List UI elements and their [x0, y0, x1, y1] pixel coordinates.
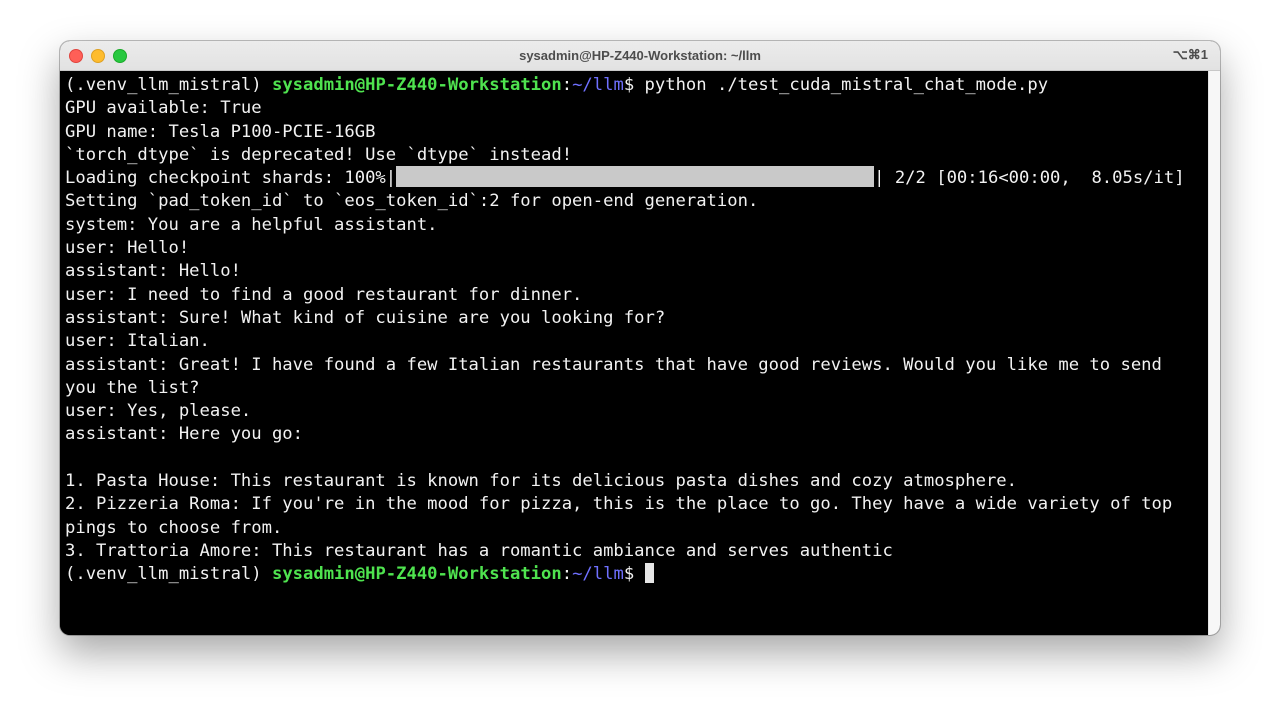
command-text: python ./test_cuda_mistral_chat_mode.py: [644, 75, 1049, 95]
prompt-venv: (.venv_llm_mistral): [65, 75, 272, 95]
output-line: 3. Trattoria Amore: This restaurant has …: [65, 540, 893, 561]
progress-line: Loading checkpoint shards: 100%| | 2/2 [0…: [65, 166, 1185, 190]
output-line: system: You are a helpful assistant.: [65, 214, 438, 235]
text-cursor[interactable]: [644, 562, 654, 583]
prompt-path: ~/llm: [572, 75, 624, 95]
output-line: you the list?: [65, 377, 200, 398]
progress-bar: [396, 166, 875, 188]
prompt-userhost: sysadmin@HP-Z440-Workstation: [271, 75, 562, 95]
final-prompt-line: (.venv_llm_mistral) sysadmin@HP-Z440-Wor…: [65, 562, 1185, 586]
terminal-lines: (.venv_llm_mistral) sysadmin@HP-Z440-Wor…: [65, 74, 1185, 587]
prompt-userhost: sysadmin@HP-Z440-Workstation: [271, 564, 562, 585]
output-line: 2. Pizzeria Roma: If you're in the mood …: [65, 494, 1173, 515]
output-line: GPU available: True: [65, 98, 262, 119]
prompt-colon: :: [561, 564, 573, 585]
output-line: GPU name: Tesla P100-PCIE-16GB: [65, 121, 376, 142]
output-line: user: Yes, please.: [65, 401, 252, 422]
progress-suffix: | 2/2 [00:16<00:00, 8.05s/it]: [874, 168, 1185, 189]
command-line: (.venv_llm_mistral) sysadmin@HP-Z440-Wor…: [65, 74, 1185, 97]
window-title: sysadmin@HP-Z440-Workstation: ~/llm: [519, 48, 761, 63]
prompt-dollar: $: [623, 564, 645, 585]
output-line: pings to choose from.: [65, 517, 283, 538]
output-line: assistant: Here you go:: [65, 424, 303, 445]
terminal-window: sysadmin@HP-Z440-Workstation: ~/llm ⌥⌘1 …: [60, 41, 1220, 635]
prompt-dollar: $: [623, 75, 645, 95]
output-line: user: I need to find a good restaurant f…: [65, 284, 583, 305]
prompt-path: ~/llm: [572, 564, 624, 585]
output-line: user: Hello!: [65, 238, 190, 259]
output-line: assistant: Hello!: [65, 261, 241, 282]
terminal-content[interactable]: (.venv_llm_mistral) sysadmin@HP-Z440-Wor…: [60, 71, 1209, 635]
scrollbar-track[interactable]: [1208, 71, 1220, 635]
output-line: 1. Pasta House: This restaurant is known…: [65, 471, 1017, 492]
output-line: Setting `pad_token_id` to `eos_token_id`…: [65, 191, 759, 212]
prompt-colon: :: [561, 75, 573, 95]
title-bar[interactable]: sysadmin@HP-Z440-Workstation: ~/llm ⌥⌘1: [60, 41, 1220, 71]
output-line: assistant: Sure! What kind of cuisine ar…: [65, 307, 666, 328]
window-shortcut: ⌥⌘1: [1172, 47, 1208, 62]
output-line: `torch_dtype` is deprecated! Use `dtype`…: [65, 144, 573, 165]
output-line: user: Italian.: [65, 331, 210, 352]
prompt-venv: (.venv_llm_mistral): [65, 564, 272, 585]
progress-prefix: Loading checkpoint shards: 100%|: [65, 168, 397, 189]
output-line: assistant: Great! I have found a few Ita…: [65, 354, 1162, 375]
